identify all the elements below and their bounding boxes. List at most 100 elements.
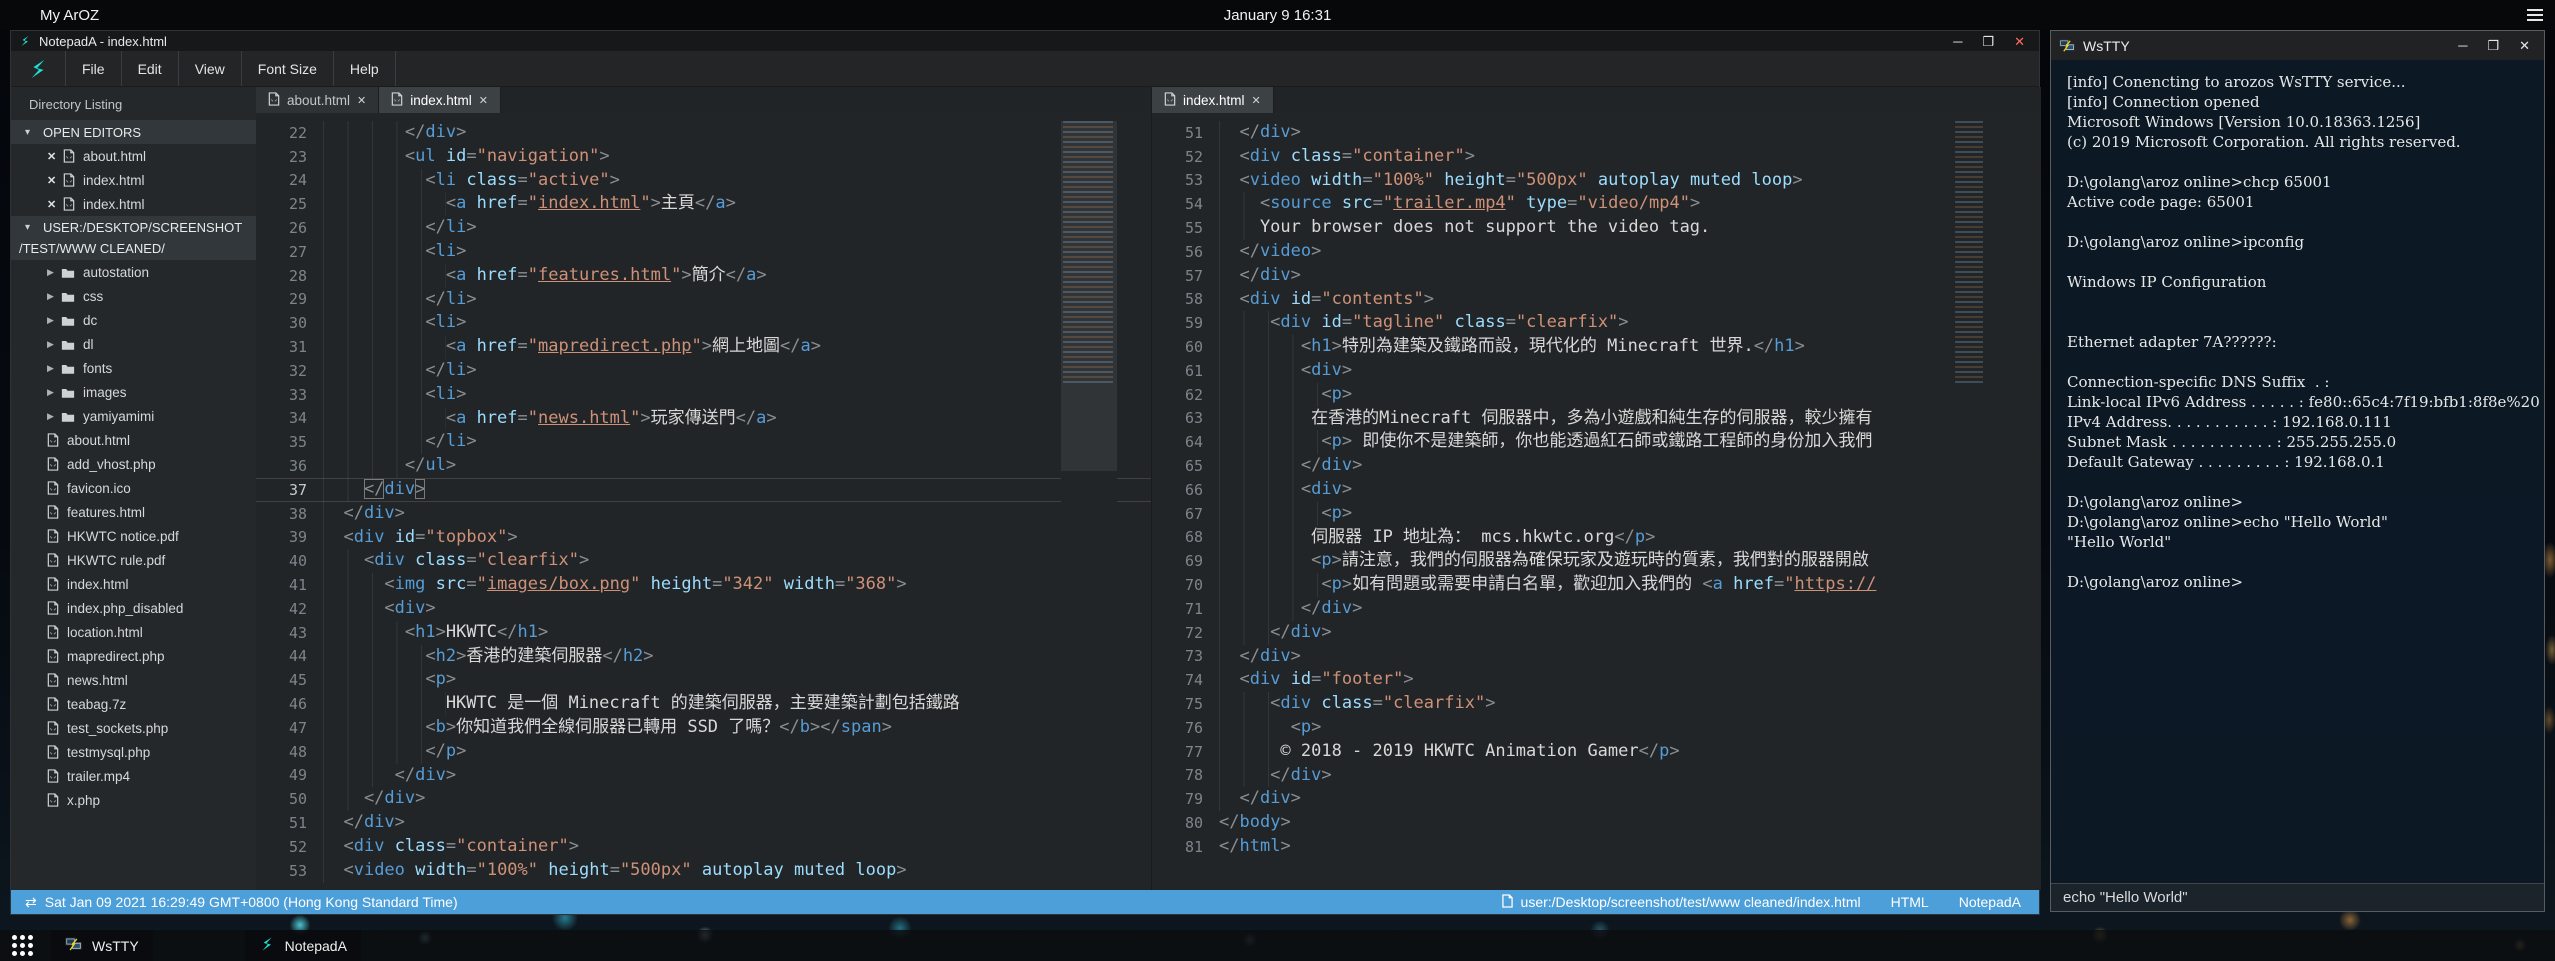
file-icon <box>63 197 75 211</box>
taskbar-item-wstty[interactable]: WsTTY <box>51 930 153 961</box>
menu-view[interactable]: View <box>179 51 242 86</box>
open-editor-item[interactable]: ✕index.html <box>11 192 256 216</box>
code-editor-right[interactable]: 51</div>52<div class="container">53<vide… <box>1152 113 2041 890</box>
editor-tab-about.html[interactable]: about.html✕ <box>256 87 379 113</box>
sidebar-folder-fonts[interactable]: ▶fonts <box>11 356 256 380</box>
editor-tab-index.html[interactable]: index.html✕ <box>379 87 501 113</box>
close-icon[interactable]: ✕ <box>47 198 63 211</box>
code-line-27: 27<li> <box>256 240 1151 264</box>
sidebar-file-testmysql.php[interactable]: testmysql.php <box>11 740 256 764</box>
app-launcher-icon[interactable] <box>12 935 33 956</box>
file-label: about.html <box>67 433 130 448</box>
sidebar-file-HKWTC-notice.pdf[interactable]: HKWTC notice.pdf <box>11 524 256 548</box>
sidebar-folder-yamiyamimi[interactable]: ▶ yamiyamimi <box>11 404 256 428</box>
wstty-titlebar[interactable]: WsTTY ─ ❒ ✕ <box>2051 31 2544 60</box>
notepad-titlebar[interactable]: NotepadA - index.html ─ ❒ ✕ <box>11 31 2039 51</box>
sidebar-file-index.php-disabled[interactable]: index.php_disabled <box>11 596 256 620</box>
file-label: news.html <box>67 673 128 688</box>
chevron-right-icon: ▶ <box>47 339 61 350</box>
folder-icon <box>61 363 75 374</box>
file-icon <box>47 697 59 711</box>
code-line-63: 63在香港的Minecraft 伺服器中，多為小遊戲和純生存的伺服器，較少擁有 <box>1152 407 2041 431</box>
sidebar-file-news.html[interactable]: news.html <box>11 668 256 692</box>
sidebar-file-index.html[interactable]: index.html <box>11 572 256 596</box>
code-editor-left[interactable]: 22</div>23<ul id="navigation">24<li clas… <box>256 113 1151 890</box>
code-line-57: 57</div> <box>1152 264 2041 288</box>
sidebar-file-HKWTC-rule.pdf[interactable]: HKWTC rule.pdf <box>11 548 256 572</box>
code-line-55: 55Your browser does not support the vide… <box>1152 216 2041 240</box>
sidebar-file-location.html[interactable]: location.html <box>11 620 256 644</box>
file-label: favicon.ico <box>67 481 131 496</box>
sidebar-file-x.php[interactable]: x.php <box>11 788 256 812</box>
folder-label: images <box>83 385 127 400</box>
taskbar-item-label: NotepadA <box>285 938 347 954</box>
notepad-maximize-button[interactable]: ❒ <box>1982 35 1994 48</box>
tab-close-icon[interactable]: ✕ <box>1252 94 1261 107</box>
wstty-minimize-button[interactable]: ─ <box>2458 39 2467 52</box>
sidebar-folder-css[interactable]: ▶css <box>11 284 256 308</box>
sidebar-file-favicon.ico[interactable]: favicon.ico <box>11 476 256 500</box>
close-icon[interactable]: ✕ <box>47 150 63 163</box>
code-line-42: 42<div> <box>256 597 1151 621</box>
code-line-28: 28<a href="features.html">簡介</a> <box>256 264 1151 288</box>
hamburger-menu-icon[interactable] <box>2527 9 2543 21</box>
sidebar-folder-images[interactable]: ▶images <box>11 380 256 404</box>
file-icon <box>63 149 75 163</box>
menu-font-size[interactable]: Font Size <box>242 51 334 86</box>
code-line-39: 39<div id="topbox"> <box>256 526 1151 550</box>
minimap-right[interactable] <box>1953 113 1987 890</box>
menu-edit[interactable]: Edit <box>122 51 179 86</box>
sidebar-file-teabag.7z[interactable]: teabag.7z <box>11 692 256 716</box>
menu-items: FileEditViewFont SizeHelp <box>65 51 396 86</box>
folder-icon <box>61 387 75 398</box>
code-line-51: 51</div> <box>256 811 1151 835</box>
notepad-close-button[interactable]: ✕ <box>2014 35 2025 48</box>
code-line-52: 52<div class="container"> <box>1152 145 2041 169</box>
open-editor-item[interactable]: ✕ index.html <box>11 168 256 192</box>
file-icon <box>47 793 59 807</box>
code-line-51: 51</div> <box>1152 121 2041 145</box>
sidebar-folder-autostation[interactable]: ▶autostation <box>11 260 256 284</box>
menu-file[interactable]: File <box>66 51 122 86</box>
tab-close-icon[interactable]: ✕ <box>479 94 488 107</box>
notepad-menubar: FileEditViewFont SizeHelp <box>11 51 2039 87</box>
terminal-input[interactable]: echo "Hello World" <box>2051 883 2544 911</box>
sidebar-file-test-sockets.php[interactable]: test_sockets.php <box>11 716 256 740</box>
wstty-close-button[interactable]: ✕ <box>2519 39 2530 52</box>
code-line-81: 81</html> <box>1152 835 2041 859</box>
code-line-38: 38</div> <box>256 502 1151 526</box>
code-line-68: 68伺服器 IP 地址為： mcs.hkwtc.org</p> <box>1152 526 2041 550</box>
open-editor-label: index.html <box>83 173 145 188</box>
status-file-path: user:/Desktop/screenshot/test/www cleane… <box>1521 894 1861 910</box>
workspace-path-line1: USER:/DESKTOP/SCREENSHOT <box>43 217 242 238</box>
sidebar-file-features.html[interactable]: features.html <box>11 500 256 524</box>
notepad-main: Directory Listing ▾ OPEN EDITORS ✕about.… <box>11 87 2039 890</box>
minimap-left[interactable] <box>1061 113 1117 890</box>
code-line-40: 40<div class="clearfix"> <box>256 549 1151 573</box>
code-line-31: 31<a href="mapredirect.php">網上地圖</a> <box>256 335 1151 359</box>
terminal-output-area[interactable]: [info] Conencting to arozos WsTTY servic… <box>2051 60 2544 883</box>
tab-close-icon[interactable]: ✕ <box>357 94 366 107</box>
open-editor-item[interactable]: ✕about.html <box>11 144 256 168</box>
close-icon[interactable]: ✕ <box>47 174 63 187</box>
chevron-right-icon: ▶ <box>47 411 61 422</box>
code-line-22: 22</div> <box>256 121 1151 145</box>
workspace-header[interactable]: ▾ USER:/DESKTOP/SCREENSHOT /TEST/WWW CLE… <box>11 216 256 260</box>
sidebar-folder-dc[interactable]: ▶dc <box>11 308 256 332</box>
editor-tab-index.html[interactable]: index.html✕ <box>1152 87 1274 113</box>
sidebar-file-trailer.mp4[interactable]: trailer.mp4 <box>11 764 256 788</box>
menu-help[interactable]: Help <box>334 51 396 86</box>
code-line-69: 69<p>請注意，我們的伺服器為確保玩家及遊玩時的質素，我們對的服器開啟 <box>1152 549 2041 573</box>
taskbar-item-notepada[interactable]: NotepadA <box>245 930 361 961</box>
sidebar-file-add-vhost.php[interactable]: add_vhost.php <box>11 452 256 476</box>
file-icon <box>47 649 59 663</box>
folder-label: yamiyamimi <box>83 409 154 424</box>
notepad-minimize-button[interactable]: ─ <box>1953 35 1962 48</box>
open-editors-header[interactable]: ▾ OPEN EDITORS <box>11 120 256 144</box>
sidebar-file-about.html[interactable]: about.html <box>11 428 256 452</box>
sidebar-file-mapredirect.php[interactable]: mapredirect.php <box>11 644 256 668</box>
wstty-maximize-button[interactable]: ❒ <box>2487 39 2499 52</box>
code-line-62: 62<p> <box>1152 383 2041 407</box>
scrollbar-thumb[interactable] <box>1061 121 1117 471</box>
sidebar-folder-dl[interactable]: ▶dl <box>11 332 256 356</box>
